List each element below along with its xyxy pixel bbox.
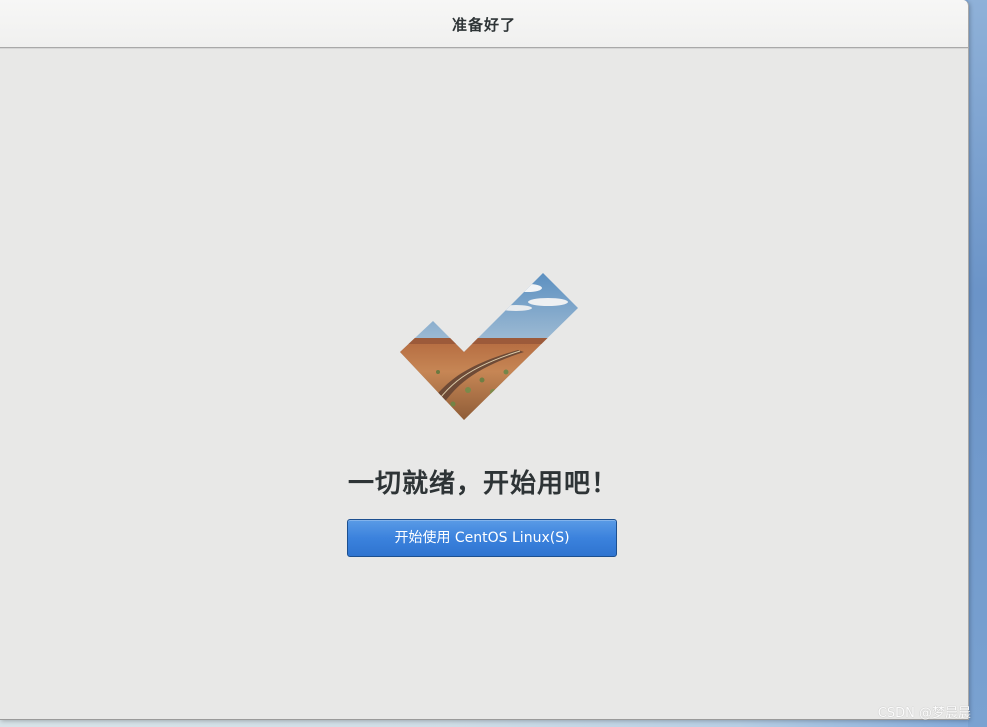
start-using-button[interactable]: 开始使用 CentOS Linux(S) <box>347 519 617 557</box>
setup-window: 准备好了 一切就绪，开始用吧！ 开始使用 CentOS Linux(S) <box>0 0 969 720</box>
watermark-text: CSDN @梦晨晨 <box>877 706 971 721</box>
window-header: 准备好了 <box>0 0 968 48</box>
desktop-background <box>968 0 987 727</box>
ready-heading: 一切就绪，开始用吧！ <box>347 469 618 499</box>
checkmark-landscape-icon <box>400 273 578 420</box>
window-title: 准备好了 <box>451 16 516 34</box>
